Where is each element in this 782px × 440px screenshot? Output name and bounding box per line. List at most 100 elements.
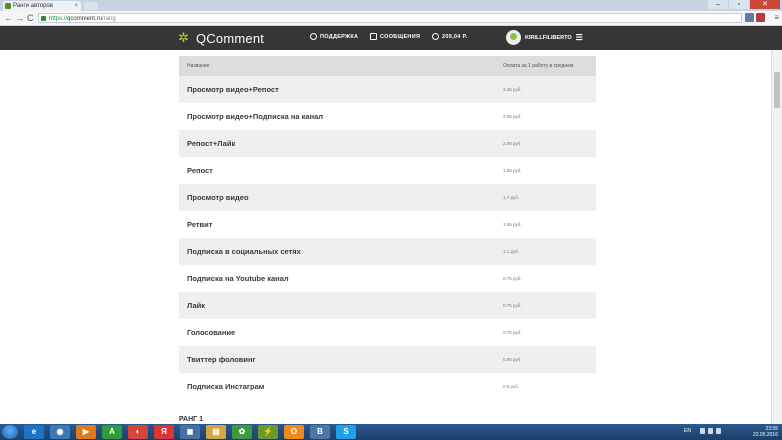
- favicon-icon: [5, 3, 11, 9]
- language-indicator[interactable]: EN: [684, 428, 691, 434]
- window-controls: – ▫ ✕: [708, 0, 780, 10]
- table-row: Подписка Инстаграм 0.5 руб.: [179, 373, 596, 400]
- column-header-price: Оплата за 1 работу в среднем: [503, 63, 574, 69]
- table-row: Репост+Лайк 2.05 руб.: [179, 130, 596, 157]
- taskbar-app-button[interactable]: ✿: [232, 425, 252, 439]
- site-logo[interactable]: ✲ QComment: [178, 30, 264, 46]
- user-menu[interactable]: KIRILLFILIBERTO ☰: [506, 30, 583, 45]
- page-scrollbar[interactable]: [771, 50, 782, 424]
- taskbar-app-button[interactable]: ◐: [128, 425, 148, 439]
- taskbar-app-button[interactable]: S: [336, 425, 356, 439]
- reload-button[interactable]: C: [27, 12, 34, 24]
- taskbar-app-button[interactable]: e: [24, 425, 44, 439]
- username: KIRILLFILIBERTO: [525, 34, 572, 41]
- new-tab-button[interactable]: [84, 2, 98, 10]
- task-price: 1.7 руб.: [503, 195, 520, 200]
- ruble-icon: [432, 33, 439, 40]
- table-row: Голосование 0.75 руб.: [179, 319, 596, 346]
- close-window-button[interactable]: ✕: [750, 0, 780, 9]
- task-price: 1.85 руб.: [503, 168, 522, 173]
- clock-date: 22.05.2016: [752, 432, 778, 438]
- clock[interactable]: 23:55 22.05.2016: [753, 426, 778, 438]
- rank-table: Название Оплата за 1 работу в среднем Пр…: [179, 56, 596, 400]
- table-row: Твиттер фоловинг 0.55 руб.: [179, 346, 596, 373]
- site-header: ✲ QComment ПОДДЕРЖКА СООБЩЕНИЯ 209,04 Р.…: [0, 26, 782, 50]
- table-row: Ретвит 1.55 руб.: [179, 211, 596, 238]
- lifebuoy-icon: [310, 33, 317, 40]
- task-type-name: Просмотр видео+Репост: [187, 85, 279, 94]
- column-header-name: Название: [187, 63, 210, 69]
- task-type-name: Лайк: [187, 301, 205, 310]
- table-header: Название Оплата за 1 работу в среднем: [179, 56, 596, 76]
- network-icon[interactable]: [708, 428, 713, 434]
- taskbar-app-button[interactable]: ⚡: [258, 425, 278, 439]
- url-scheme: https://: [49, 16, 68, 22]
- task-price: 1.55 руб.: [503, 222, 522, 227]
- page-content: Название Оплата за 1 работу в среднем Пр…: [0, 50, 772, 424]
- nav-messages[interactable]: СООБЩЕНИЯ: [370, 33, 420, 40]
- section-heading: РАНГ 1: [179, 416, 203, 423]
- taskbar-app-button[interactable]: Я: [154, 425, 174, 439]
- table-row: Подписка на Youtube канал 0.75 руб.: [179, 265, 596, 292]
- message-icon: [370, 33, 377, 40]
- flag-icon[interactable]: [700, 428, 705, 434]
- tab-title: Ранги авторов: [13, 3, 53, 9]
- nav-balance[interactable]: 209,04 Р.: [432, 33, 467, 40]
- taskbar-app-button[interactable]: ▶: [76, 425, 96, 439]
- table-row: Лайк 0.75 руб.: [179, 292, 596, 319]
- taskbar-app-button[interactable]: О: [284, 425, 304, 439]
- task-type-name: Твиттер фоловинг: [187, 355, 256, 364]
- taskbar-app-button[interactable]: ◉: [50, 425, 70, 439]
- start-button[interactable]: [2, 425, 18, 439]
- nav-support[interactable]: ПОДДЕРЖКА: [310, 33, 358, 40]
- taskbar-app-button[interactable]: A: [102, 425, 122, 439]
- task-type-name: Репост+Лайк: [187, 139, 236, 148]
- browser-menu-icon[interactable]: ≡: [774, 13, 779, 22]
- leaf-icon: ✲: [178, 30, 189, 45]
- browser-tab[interactable]: Ранги авторов ×: [3, 1, 81, 11]
- taskbar-app-button[interactable]: ◼: [180, 425, 200, 439]
- minimize-button[interactable]: –: [708, 0, 728, 9]
- task-price: 0.75 руб.: [503, 276, 522, 281]
- forward-button[interactable]: →: [15, 12, 24, 24]
- task-price: 2.05 руб.: [503, 141, 522, 146]
- scrollbar-thumb[interactable]: [774, 72, 780, 108]
- taskbar-app-button[interactable]: ▤: [206, 425, 226, 439]
- task-price: 0.75 руб.: [503, 303, 522, 308]
- table-body: Просмотр видео+Репост 3.45 руб. Просмотр в…: [179, 76, 596, 400]
- table-row: Просмотр видео 1.7 руб.: [179, 184, 596, 211]
- nav-messages-label: СООБЩЕНИЯ: [380, 33, 421, 40]
- nav-support-label: ПОДДЕРЖКА: [320, 33, 359, 40]
- task-price: 1.1 руб.: [503, 249, 520, 254]
- task-price: 2.55 руб.: [503, 114, 522, 119]
- task-type-name: Подписка Инстаграм: [187, 382, 265, 391]
- back-button[interactable]: ←: [4, 12, 13, 24]
- avatar: [506, 30, 521, 45]
- task-type-name: Ретвит: [187, 220, 213, 229]
- volume-icon[interactable]: [716, 428, 721, 434]
- extension-icon[interactable]: [745, 13, 754, 22]
- task-type-name: Просмотр видео+Подписка на канал: [187, 112, 324, 121]
- table-row: Просмотр видео+Подписка на канал 2.55 руб…: [179, 103, 596, 130]
- lock-icon: [41, 16, 46, 21]
- address-bar-row: ← → C https://qcomment.ru/rang ≡: [0, 11, 782, 26]
- taskbar-app-button[interactable]: В: [310, 425, 330, 439]
- task-price: 0.55 руб.: [503, 357, 522, 362]
- nav-balance-label: 209,04 Р.: [442, 33, 468, 40]
- task-price: 3.45 руб.: [503, 87, 522, 92]
- task-type-name: Подписка на Youtube канал: [187, 274, 289, 283]
- task-type-name: Репост: [187, 166, 213, 175]
- extension-icon[interactable]: [756, 13, 765, 22]
- task-type-name: Подписка в социальных сетях: [187, 247, 301, 256]
- tab-close-icon[interactable]: ×: [74, 1, 78, 11]
- url-path: /rang: [102, 16, 116, 22]
- address-bar[interactable]: https://qcomment.ru/rang: [38, 13, 742, 23]
- task-type-name: Просмотр видео: [187, 193, 249, 202]
- task-price: 0.75 руб.: [503, 330, 522, 335]
- maximize-button[interactable]: ▫: [729, 0, 749, 9]
- task-type-name: Голосование: [187, 328, 236, 337]
- hamburger-icon[interactable]: ☰: [576, 33, 583, 42]
- task-price: 0.5 руб.: [503, 384, 520, 389]
- url-host: qcomment.ru: [67, 16, 103, 22]
- logo-text: QComment: [196, 30, 265, 46]
